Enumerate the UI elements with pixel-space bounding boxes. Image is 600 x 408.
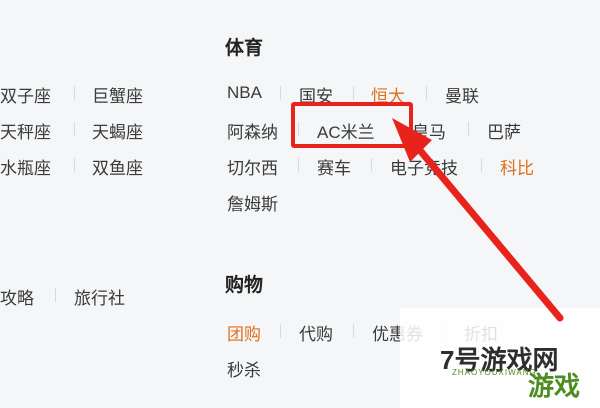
link-group-buy[interactable]: 团购 bbox=[227, 320, 261, 345]
link-proxy-buy[interactable]: 代购 bbox=[299, 320, 333, 345]
link-barcelona[interactable]: 巴萨 bbox=[487, 118, 521, 143]
link-libra[interactable]: 天秤座 bbox=[0, 118, 51, 143]
link-pisces[interactable]: 双鱼座 bbox=[92, 154, 143, 179]
divider bbox=[426, 86, 427, 100]
link-cancer[interactable]: 巨蟹座 bbox=[92, 82, 143, 107]
link-kobe[interactable]: 科比 bbox=[500, 154, 534, 179]
link-nba[interactable]: NBA bbox=[227, 83, 262, 103]
divider bbox=[353, 324, 354, 338]
divider bbox=[298, 122, 299, 136]
divider bbox=[74, 86, 75, 100]
link-chelsea[interactable]: 切尔西 bbox=[227, 154, 278, 179]
link-scorpio[interactable]: 天蝎座 bbox=[92, 118, 143, 143]
link-racing[interactable]: 赛车 bbox=[317, 154, 351, 179]
link-james[interactable]: 詹姆斯 bbox=[227, 190, 278, 215]
divider bbox=[280, 86, 281, 100]
link-flash-sale[interactable]: 秒杀 bbox=[227, 356, 261, 381]
link-travel-agency[interactable]: 旅行社 bbox=[74, 284, 125, 309]
link-real-madrid[interactable]: 皇马 bbox=[412, 118, 446, 143]
divider bbox=[74, 158, 75, 172]
divider bbox=[280, 324, 281, 338]
divider bbox=[353, 86, 354, 100]
divider bbox=[481, 158, 482, 172]
divider bbox=[298, 158, 299, 172]
link-guide[interactable]: 攻略 bbox=[0, 284, 34, 309]
link-man-utd[interactable]: 曼联 bbox=[445, 82, 479, 107]
link-arsenal[interactable]: 阿森纳 bbox=[227, 118, 278, 143]
link-gemini[interactable]: 双子座 bbox=[0, 82, 51, 107]
divider bbox=[55, 288, 56, 302]
divider bbox=[468, 122, 469, 136]
link-ac-milan[interactable]: AC米兰 bbox=[317, 118, 375, 143]
section-title-shopping: 购物 bbox=[225, 275, 264, 296]
divider bbox=[74, 122, 75, 136]
link-hengda[interactable]: 恒大 bbox=[371, 82, 405, 107]
watermark-subtitle: ZHAOYOUXIWANG bbox=[452, 368, 537, 377]
watermark-badge: 游戏 bbox=[528, 371, 581, 401]
link-esports[interactable]: 电子竞技 bbox=[390, 154, 458, 179]
divider bbox=[371, 158, 372, 172]
section-title-sports: 体育 bbox=[225, 38, 264, 59]
link-guoan[interactable]: 国安 bbox=[299, 82, 333, 107]
link-aquarius[interactable]: 水瓶座 bbox=[0, 154, 51, 179]
